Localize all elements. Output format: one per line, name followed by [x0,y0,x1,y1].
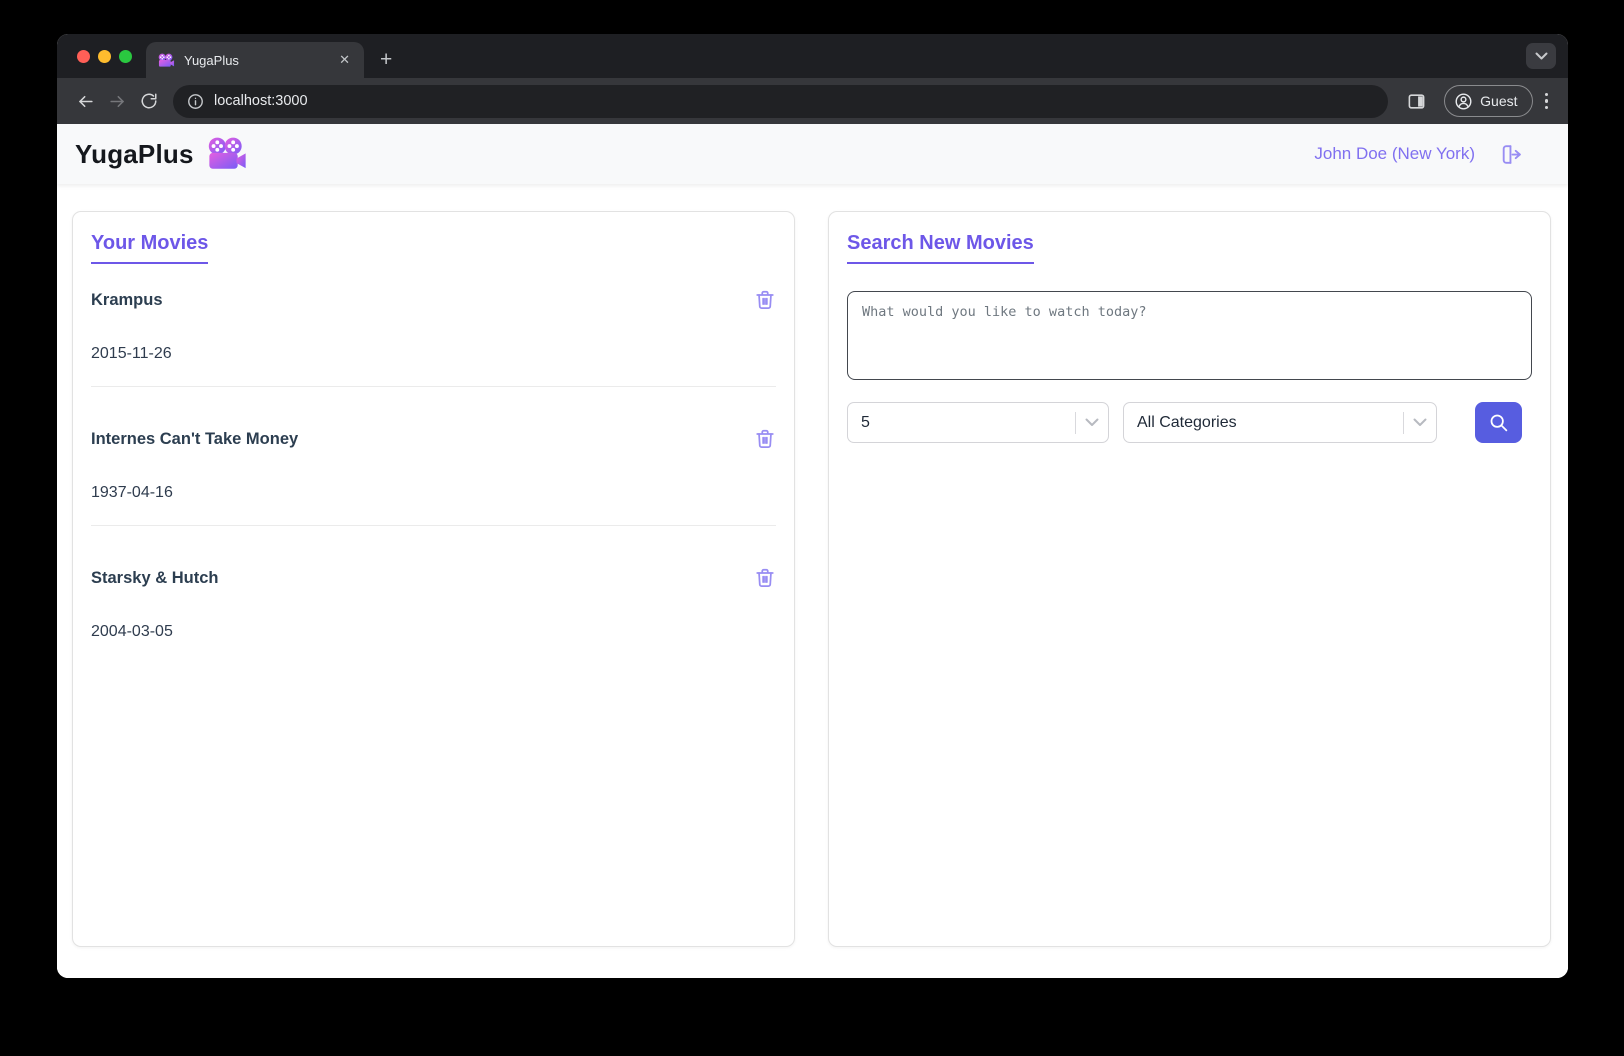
brand: YugaPlus [75,137,248,171]
delete-movie-button[interactable] [754,567,776,592]
logout-button[interactable] [1499,142,1524,167]
app-page: YugaPlus John Doe (New York [57,124,1568,978]
user-name: John Doe (New York) [1314,144,1475,164]
url-text[interactable]: localhost:3000 [214,93,308,109]
chevron-down-icon [1535,52,1548,60]
category-select[interactable]: All Categories [1123,402,1437,443]
chevron-down-icon [1413,418,1427,427]
movie-title: Krampus [91,291,163,310]
side-panel-button[interactable] [1400,85,1432,117]
select-divider [1075,412,1076,434]
delete-movie-button[interactable] [754,428,776,453]
search-button[interactable] [1475,402,1522,443]
guest-label: Guest [1480,93,1517,109]
movie-title: Internes Can't Take Money [91,430,298,449]
your-movies-panel: Your Movies Krampus [72,211,795,947]
trash-icon [754,289,776,311]
movies-list: Krampus 2015-11-26 [91,291,776,641]
app-header: YugaPlus John Doe (New York [57,124,1568,184]
your-movies-heading: Your Movies [91,232,208,264]
browser-tab[interactable]: YugaPlus ✕ [146,42,364,78]
reload-icon [140,92,158,110]
browser-toolbar: localhost:3000 Guest [57,78,1568,124]
search-movies-heading: Search New Movies [847,232,1034,264]
movie-title: Starsky & Hutch [91,569,218,588]
side-panel-icon [1407,92,1426,111]
main-content: Your Movies Krampus [57,184,1568,978]
trash-icon [754,428,776,450]
browser-menu-button[interactable] [1537,87,1557,116]
search-icon [1488,412,1509,433]
back-button[interactable] [69,85,101,117]
movie-camera-logo-icon [207,137,248,171]
delete-movie-button[interactable] [754,289,776,314]
search-input[interactable] [847,291,1532,380]
window-controls [57,34,146,78]
user-area: John Doe (New York) [1314,142,1524,167]
results-count-select[interactable]: 5 [847,402,1109,443]
search-movies-panel: Search New Movies 5 All Categories [828,211,1551,947]
trash-icon [754,567,776,589]
guest-avatar-icon [1454,92,1473,111]
movie-release-date: 1937-04-16 [91,484,776,502]
address-bar[interactable]: localhost:3000 [173,85,1388,118]
site-info-icon[interactable] [187,93,204,110]
tab-search-chevron-button[interactable] [1526,43,1556,69]
chevron-down-icon [1085,418,1099,427]
search-controls: 5 All Categories [847,402,1532,443]
movie-release-date: 2004-03-05 [91,623,776,641]
movie-list-item: Krampus 2015-11-26 [91,291,776,387]
back-arrow-icon [76,92,95,111]
browser-window: YugaPlus ✕ + localhost:3000 [57,34,1568,978]
category-value: All Categories [1137,414,1403,432]
tab-title: YugaPlus [184,53,335,68]
movie-camera-favicon [158,53,175,68]
tab-strip: YugaPlus ✕ + [57,34,1568,78]
select-divider [1403,412,1404,434]
reload-button[interactable] [133,85,165,117]
minimize-window-button[interactable] [98,50,111,63]
forward-arrow-icon [108,92,127,111]
forward-button[interactable] [101,85,133,117]
movie-release-date: 2015-11-26 [91,345,776,363]
logout-icon [1499,142,1524,167]
zoom-window-button[interactable] [119,50,132,63]
movie-list-item: Internes Can't Take Money 1937-04-16 [91,430,776,526]
new-tab-button[interactable]: + [374,49,398,70]
app-title: YugaPlus [75,139,194,170]
results-count-value: 5 [861,414,1075,432]
tab-close-icon[interactable]: ✕ [335,50,354,70]
profile-button[interactable]: Guest [1444,85,1532,117]
close-window-button[interactable] [77,50,90,63]
movie-list-item: Starsky & Hutch 2004-03-05 [91,569,776,641]
